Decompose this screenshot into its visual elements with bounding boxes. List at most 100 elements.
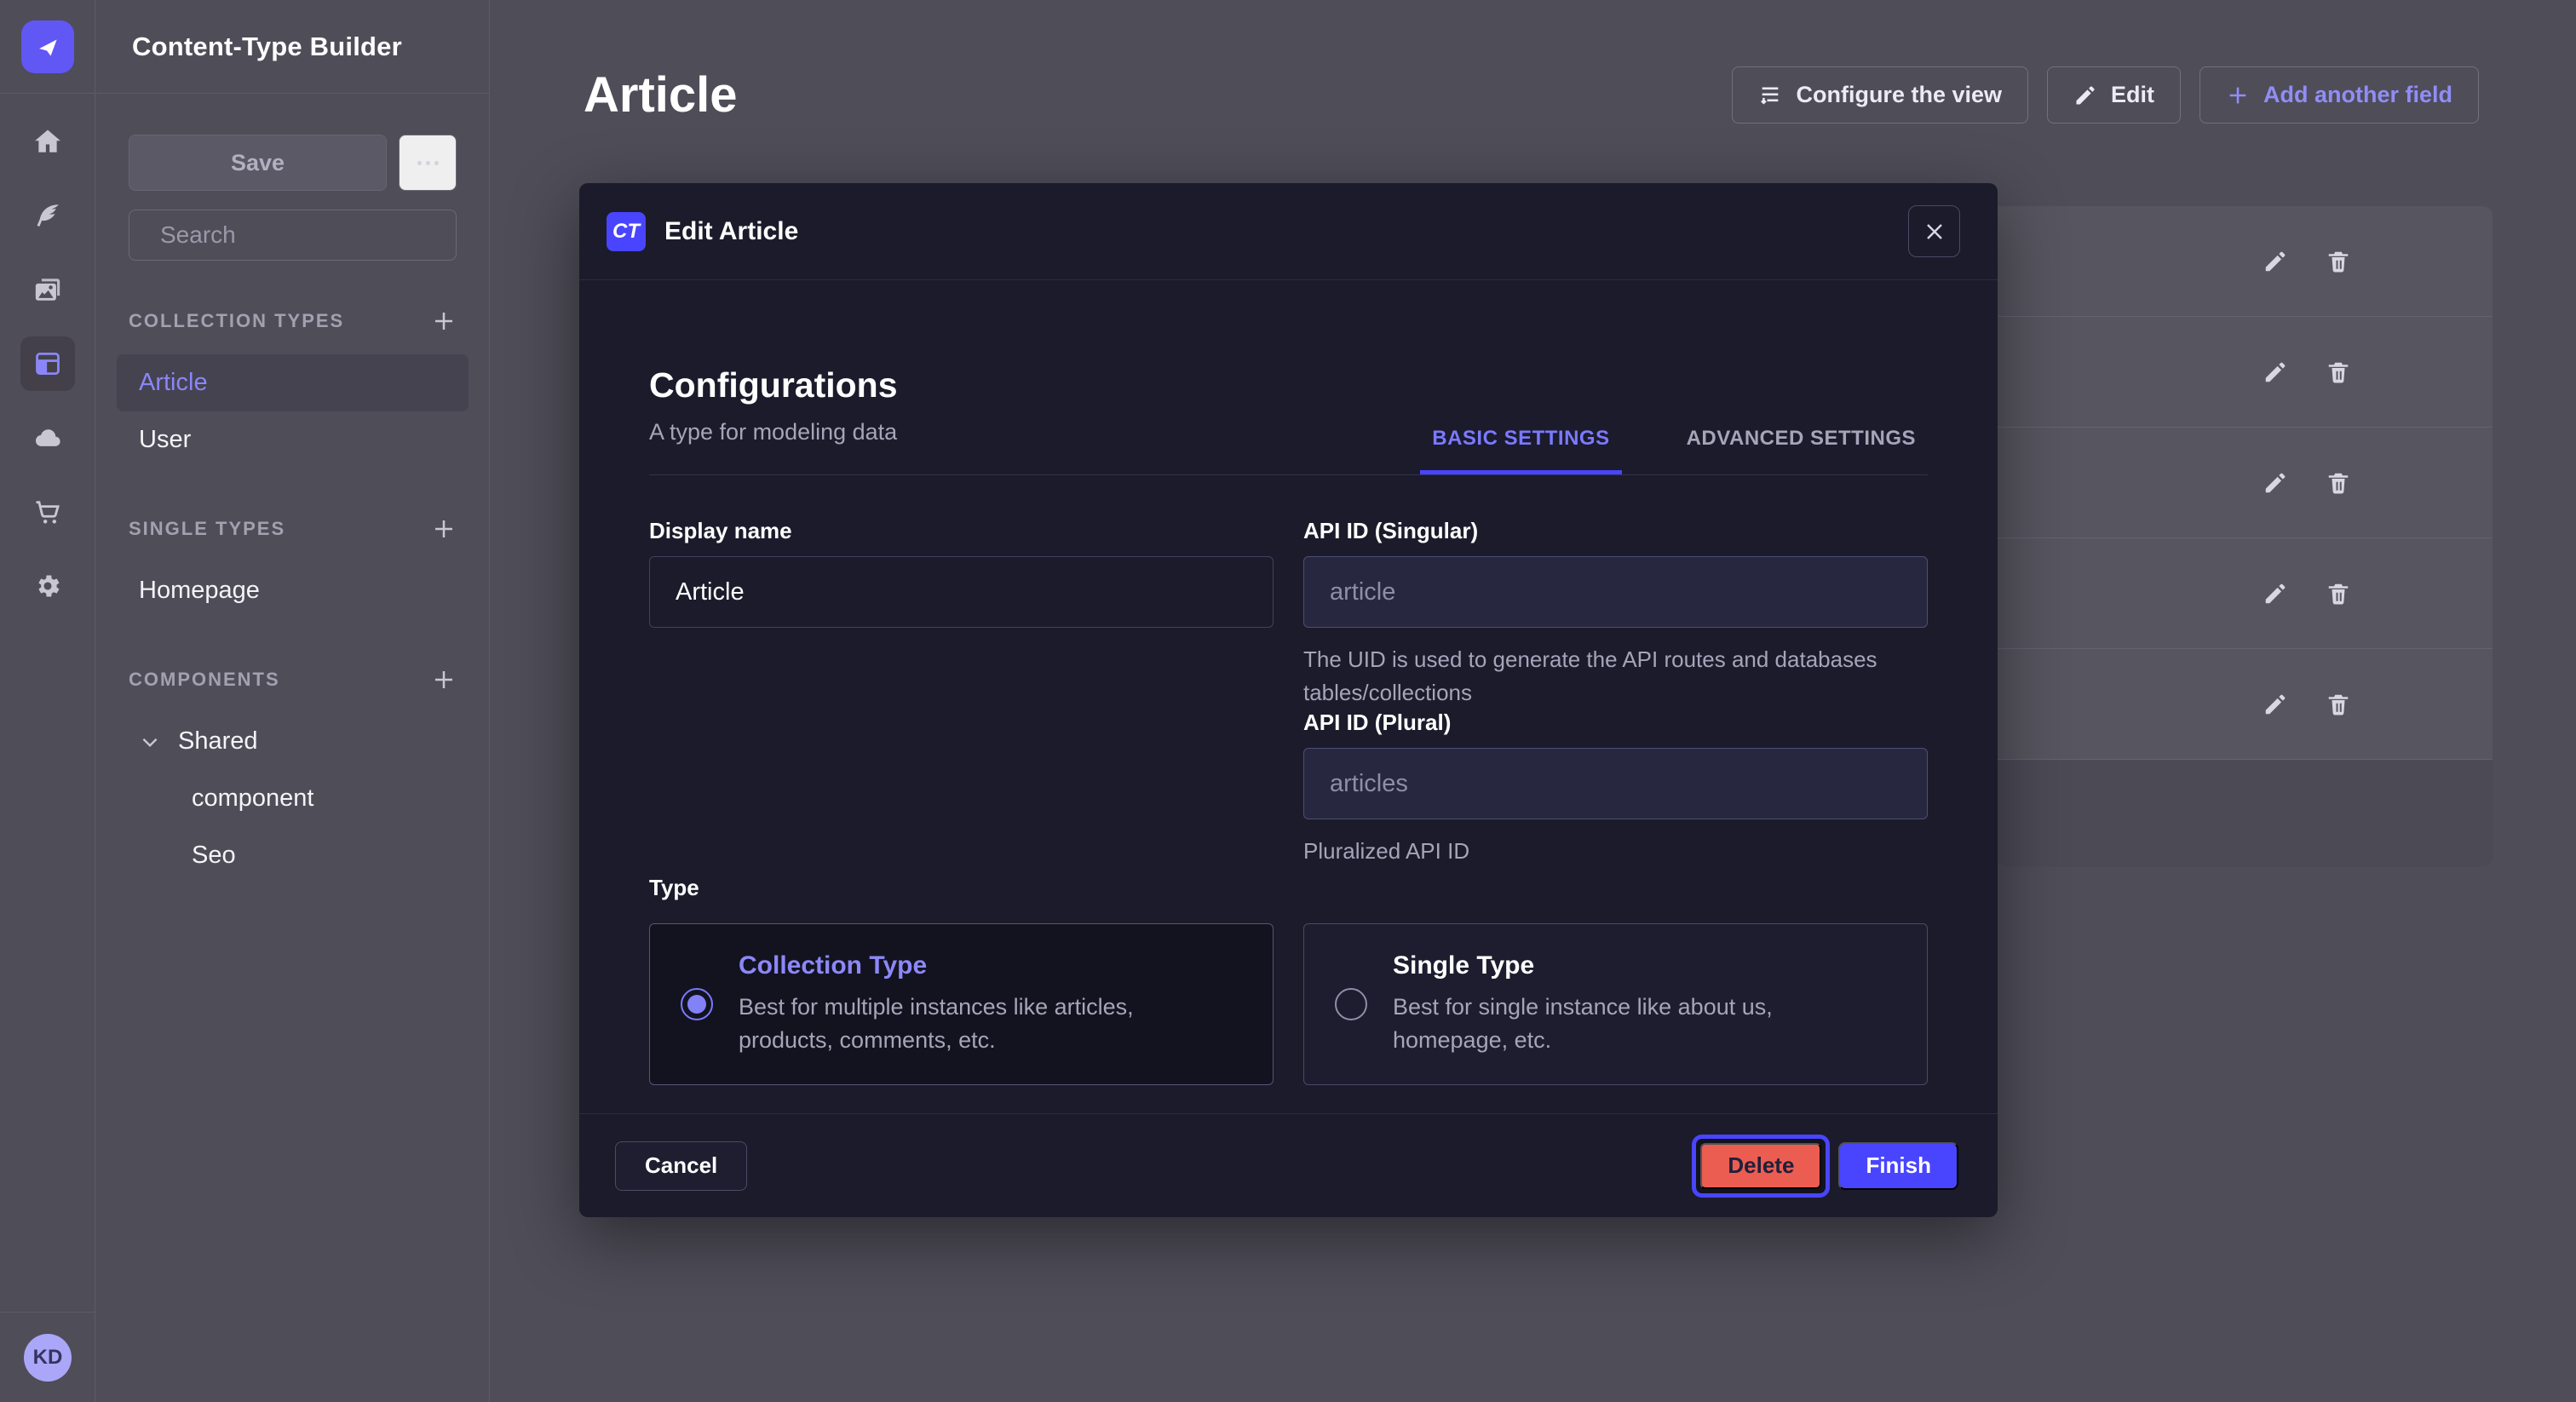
single-type-title: Single Type: [1393, 951, 1870, 980]
modal-footer: Cancel Delete Finish: [579, 1113, 1998, 1217]
add-another-field-button[interactable]: Add another field: [2199, 66, 2479, 124]
settings-tabs: BASIC SETTINGS ADVANCED SETTINGS: [1420, 427, 1928, 474]
field-row: [1998, 317, 2493, 428]
layout-icon: [33, 349, 62, 378]
edit-field-icon[interactable]: [2263, 359, 2288, 385]
collection-type-title: Collection Type: [739, 951, 1216, 980]
single-types-heading: SINGLE TYPES: [129, 518, 285, 540]
radio-selected-icon[interactable]: [681, 988, 713, 1020]
delete-field-icon[interactable]: [2326, 470, 2351, 496]
home-icon: [33, 127, 62, 156]
nav-deploy-cloud[interactable]: [20, 411, 75, 465]
plus-icon: [2226, 83, 2250, 107]
table-footer-row: [1998, 760, 2493, 867]
plugin-sidebar: Content-Type Builder Save COLLECTION TYP…: [96, 0, 490, 1402]
gear-icon: [33, 572, 62, 600]
edit-content-type-modal: CT Edit Article Configurations A type fo…: [579, 183, 1998, 1217]
sidebar-item-seo[interactable]: Seo: [117, 827, 469, 884]
collection-types-heading: COLLECTION TYPES: [129, 310, 344, 332]
cloud-icon: [33, 423, 62, 452]
plus-icon: [431, 516, 457, 542]
modal-title: Edit Article: [664, 217, 798, 246]
edit-field-icon[interactable]: [2263, 692, 2288, 717]
api-id-plural-input[interactable]: [1303, 748, 1928, 819]
configure-list-icon: [1758, 83, 1782, 107]
display-name-input[interactable]: [649, 556, 1274, 628]
cart-icon: [33, 497, 62, 526]
add-single-type-button[interactable]: [431, 516, 457, 542]
nav-content-manager[interactable]: [20, 188, 75, 243]
feather-icon: [33, 201, 62, 230]
strapi-logo-icon: [33, 32, 62, 61]
save-button[interactable]: Save: [129, 135, 387, 191]
api-id-singular-hint: The UID is used to generate the API rout…: [1303, 643, 1883, 710]
nav-marketplace[interactable]: [20, 485, 75, 539]
delete-field-icon[interactable]: [2326, 249, 2351, 274]
edit-field-icon[interactable]: [2263, 581, 2288, 606]
avatar[interactable]: KD: [24, 1334, 72, 1382]
radio-unselected-icon[interactable]: [1335, 988, 1367, 1020]
configure-view-button[interactable]: Configure the view: [1732, 66, 2028, 124]
type-label: Type: [649, 875, 1928, 901]
edit-button[interactable]: Edit: [2047, 66, 2181, 124]
rail-bottom: KD: [0, 1312, 95, 1402]
add-component-button[interactable]: [431, 667, 457, 692]
sidebar-item-component[interactable]: component: [117, 770, 469, 827]
edit-field-icon[interactable]: [2263, 249, 2288, 274]
search-box: [129, 210, 457, 261]
more-options-button[interactable]: [399, 135, 457, 191]
api-id-singular-input[interactable]: [1303, 556, 1928, 628]
images-icon: [33, 275, 62, 304]
edit-field-icon[interactable]: [2263, 470, 2288, 496]
collection-type-option[interactable]: Collection Type Best for multiple instan…: [649, 923, 1274, 1085]
tab-basic-settings[interactable]: BASIC SETTINGS: [1420, 427, 1621, 474]
pencil-icon: [2073, 83, 2097, 107]
primary-nav-rail: KD: [0, 0, 95, 1402]
single-type-option[interactable]: Single Type Best for single instance lik…: [1303, 923, 1928, 1085]
add-collection-type-button[interactable]: [431, 308, 457, 334]
nav-content-type-builder[interactable]: [20, 336, 75, 391]
strapi-logo[interactable]: [21, 20, 74, 73]
cancel-button[interactable]: Cancel: [615, 1141, 747, 1191]
search-input[interactable]: [160, 221, 468, 249]
display-name-label: Display name: [649, 518, 1274, 544]
delete-button[interactable]: Delete: [1700, 1143, 1821, 1189]
api-id-singular-label: API ID (Singular): [1303, 518, 1928, 544]
nav-settings[interactable]: [20, 559, 75, 613]
chevron-down-icon: [139, 731, 161, 753]
field-row: [1998, 206, 2493, 317]
components-heading: COMPONENTS: [129, 669, 280, 691]
highlight-ring: Delete: [1692, 1135, 1830, 1198]
field-row: [1998, 649, 2493, 760]
page-title: Article: [584, 66, 738, 124]
api-id-plural-hint: Pluralized API ID: [1303, 835, 1883, 868]
close-icon: [1924, 221, 1945, 242]
collection-type-description: Best for multiple instances like article…: [739, 991, 1216, 1057]
plus-icon: [431, 308, 457, 334]
sidebar-item-user[interactable]: User: [117, 411, 469, 468]
sidebar-title: Content-Type Builder: [132, 32, 402, 62]
dots-icon: [417, 161, 422, 165]
content-type-badge: CT: [607, 212, 646, 251]
nav-home[interactable]: [20, 114, 75, 169]
configurations-subtitle: A type for modeling data: [649, 419, 898, 445]
tab-advanced-settings[interactable]: ADVANCED SETTINGS: [1675, 427, 1928, 474]
delete-field-icon[interactable]: [2326, 581, 2351, 606]
sidebar-group-label: Shared: [178, 727, 258, 756]
delete-field-icon[interactable]: [2326, 359, 2351, 385]
app-root: KD Content-Type Builder Save COLLECTION …: [0, 0, 2576, 1402]
configurations-heading: Configurations: [649, 365, 898, 405]
single-type-description: Best for single instance like about us, …: [1393, 991, 1870, 1057]
sidebar-item-homepage[interactable]: Homepage: [117, 562, 469, 619]
sidebar-header: Content-Type Builder: [96, 0, 489, 94]
nav-media-library[interactable]: [20, 262, 75, 317]
modal-header: CT Edit Article: [579, 183, 1998, 280]
finish-button[interactable]: Finish: [1838, 1142, 1958, 1190]
field-row: [1998, 538, 2493, 649]
sidebar-group-shared[interactable]: Shared: [117, 713, 469, 770]
close-modal-button[interactable]: [1908, 205, 1960, 257]
sidebar-item-article[interactable]: Article: [117, 354, 469, 411]
logo-cell: [0, 0, 95, 94]
field-row: [1998, 428, 2493, 538]
delete-field-icon[interactable]: [2326, 692, 2351, 717]
